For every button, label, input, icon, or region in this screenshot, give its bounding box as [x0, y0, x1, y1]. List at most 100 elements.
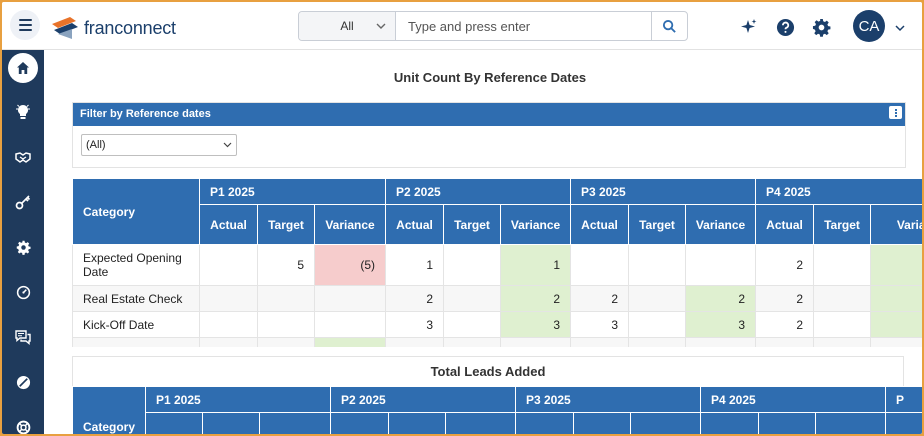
variance-cell: 2 — [500, 285, 571, 312]
variance-header: Variance — [685, 204, 756, 245]
help-icon — [776, 18, 794, 36]
sidebar-item-messages[interactable] — [8, 322, 38, 352]
period-header: P1 2025 — [199, 178, 386, 205]
lifebuoy-icon — [16, 420, 30, 434]
search-icon — [662, 19, 676, 33]
variance-cell — [685, 244, 756, 286]
variance-cell — [314, 285, 386, 312]
sub-header — [330, 412, 389, 434]
table-cell — [628, 244, 686, 286]
table-cell — [500, 337, 571, 347]
leads-table-container: Category P1 2025 P2 2025 P3 2025 P4 2025… — [72, 386, 922, 434]
variance-cell: 1 — [500, 244, 571, 286]
search-button[interactable] — [651, 12, 687, 40]
app-window: franconnect All CA — [2, 2, 922, 434]
sidebar — [2, 50, 44, 434]
variance-header: Variance — [870, 204, 922, 245]
target-header: Target — [813, 204, 871, 245]
franconnect-logo[interactable]: franconnect — [50, 14, 176, 42]
table-cell: 2 — [755, 311, 814, 338]
variance-cell: 2 — [685, 285, 756, 312]
gear-icon — [812, 18, 830, 37]
target-header: Target — [628, 204, 686, 245]
table-cell — [199, 285, 258, 312]
table-cell — [813, 244, 871, 286]
table-row: Real Estate Check 2 2 2 2 2 — [72, 285, 922, 312]
table-cell — [628, 311, 686, 338]
sidebar-item-home[interactable] — [8, 53, 38, 83]
main-content: Unit Count By Reference Dates Filter by … — [44, 50, 922, 434]
variance-header: Variance — [500, 204, 571, 245]
actual-header: Actual — [755, 204, 814, 245]
help-button[interactable] — [775, 17, 795, 37]
table-cell — [443, 244, 501, 286]
menu-dot — [894, 111, 897, 114]
sub-header — [700, 412, 759, 434]
period-header: P4 2025 — [700, 386, 886, 413]
variance-cell: 3 — [500, 311, 571, 338]
chevron-down-icon — [376, 23, 386, 29]
sub-header — [515, 412, 574, 434]
top-bar: franconnect All CA — [2, 2, 922, 50]
sidebar-item-keys[interactable] — [8, 187, 38, 217]
filter-header-label: Filter by Reference dates — [80, 108, 211, 120]
variance-cell — [870, 285, 922, 312]
logo-text: franconnect — [84, 17, 176, 38]
variance-cell — [870, 244, 922, 286]
period-header: P2 2025 — [385, 178, 571, 205]
table-cell — [443, 337, 501, 347]
sub-header — [388, 412, 446, 434]
filter-panel: Filter by Reference dates (All) — [72, 102, 906, 168]
search-scope-value: All — [340, 19, 354, 33]
sub-header — [815, 412, 886, 434]
sidebar-item-analytics[interactable] — [8, 367, 38, 397]
sidebar-item-support[interactable] — [8, 412, 38, 434]
table-cell — [199, 311, 258, 338]
table-cell — [443, 285, 501, 312]
row-category: Expected Opening Date — [72, 244, 200, 286]
search-scope-dropdown[interactable]: All — [299, 12, 396, 40]
sidebar-item-ideas[interactable] — [8, 97, 38, 127]
table-cell: 1 — [385, 244, 444, 286]
filter-menu-button[interactable] — [889, 106, 902, 119]
sub-header — [202, 412, 260, 434]
table-row: Kick-Off Date 3 3 3 3 2 — [72, 311, 922, 338]
table-cell: 2 — [755, 244, 814, 286]
hamburger-line — [18, 24, 32, 26]
period-header: P3 2025 — [515, 386, 701, 413]
menu-dot — [894, 108, 897, 111]
variance-cell: 3 — [685, 311, 756, 338]
table-cell — [813, 337, 871, 347]
logo-mark-icon — [52, 17, 78, 39]
sidebar-item-settings[interactable] — [8, 232, 38, 262]
page-title: Unit Count By Reference Dates — [393, 70, 587, 85]
variance-cell: (5) — [314, 244, 386, 286]
settings-button[interactable] — [811, 17, 831, 37]
sub-header — [573, 412, 631, 434]
sidebar-item-deals[interactable] — [8, 142, 38, 172]
ai-sparkle-button[interactable] — [739, 17, 759, 37]
table-cell — [257, 337, 315, 347]
variance-cell — [870, 311, 922, 338]
user-avatar[interactable]: CA — [853, 10, 885, 42]
sub-header — [259, 412, 331, 434]
table-cell: 3 — [385, 311, 444, 338]
sub-header — [145, 412, 203, 434]
search-input[interactable] — [396, 12, 651, 40]
chevron-down-icon — [223, 142, 232, 148]
row-category — [72, 337, 200, 347]
gear-icon — [16, 240, 31, 255]
unit-count-table: Category P1 2025 P2 2025 P3 2025 P4 2025… — [72, 178, 922, 347]
table-cell — [199, 337, 258, 347]
category-header: Category — [72, 386, 146, 434]
table-cell — [628, 337, 686, 347]
reference-date-filter-select[interactable]: (All) — [81, 134, 237, 156]
filter-selected-value: (All) — [86, 139, 106, 151]
period-header: P1 2025 — [145, 386, 331, 413]
target-header: Target — [257, 204, 315, 245]
period-header: P2 2025 — [330, 386, 516, 413]
sidebar-item-dashboard[interactable] — [8, 277, 38, 307]
chevron-down-icon[interactable] — [895, 24, 905, 32]
hamburger-menu-button[interactable] — [10, 10, 40, 40]
table-cell — [870, 337, 922, 347]
